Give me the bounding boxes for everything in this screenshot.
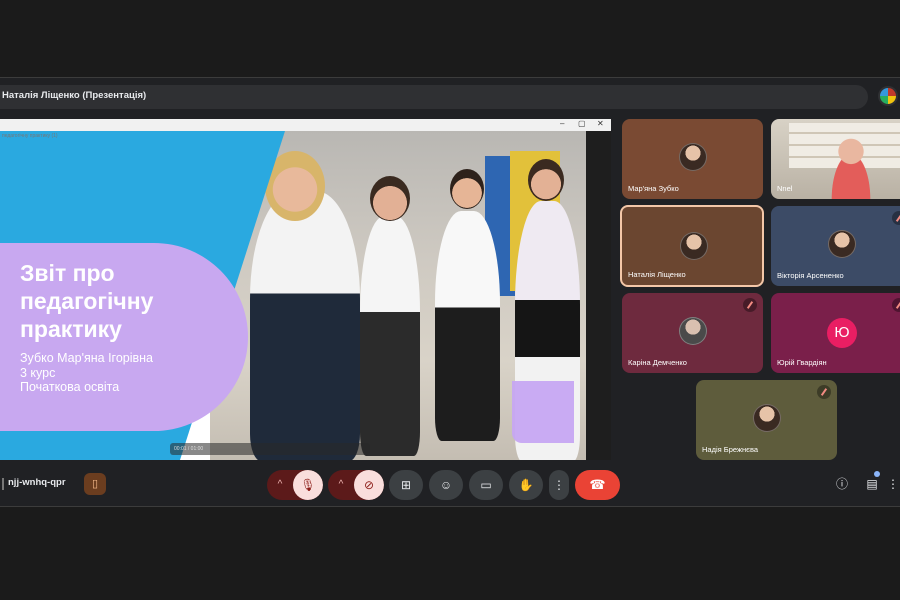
child-figure	[435, 211, 500, 441]
participant-name: Вікторія Арсененко	[777, 271, 844, 280]
presentation-owner-title: Наталія Ліщенко (Презентація)	[2, 90, 147, 101]
participant-name: Надія Брежнєва	[702, 445, 759, 454]
slide-window-caption: педагогічну практику (1)	[2, 133, 58, 139]
participant-name: Мар'яна Зубко	[628, 184, 679, 193]
mic-control-group: ^ 🎙	[267, 470, 323, 500]
more-vert-icon[interactable]: ⋮	[886, 476, 900, 492]
info-icon[interactable]: ⓘ	[834, 476, 850, 492]
presentation-side-strip	[586, 131, 611, 460]
avatar-initial: Ю	[827, 318, 857, 348]
minimize-icon[interactable]: –	[560, 119, 564, 128]
chat-icon[interactable]: ▤	[864, 476, 880, 492]
video-controls[interactable]: 00:01 / 01:00	[170, 443, 370, 455]
close-icon[interactable]: ✕	[597, 119, 604, 128]
participant-tile[interactable]: Надія Брежнєва	[696, 380, 837, 460]
divider	[2, 478, 4, 490]
mic-off-icon	[817, 385, 831, 399]
child-head	[450, 169, 484, 209]
screen: Наталія Ліщенко (Презентація) – ▢ ✕ педа…	[0, 0, 900, 600]
notification-badge	[874, 471, 880, 477]
child-figure	[250, 191, 360, 460]
child-figure	[360, 216, 420, 456]
participant-tile[interactable]: Каріна Демченко	[622, 293, 763, 373]
participant-tile-active[interactable]: Наталія Ліщенко	[620, 205, 764, 287]
mic-off-icon	[743, 298, 757, 312]
camera-off-icon[interactable]: ⊘	[354, 470, 384, 500]
slide: педагогічну практику (1) Звіт про педаго…	[0, 131, 586, 460]
mic-off-icon	[892, 211, 900, 225]
emoji-icon[interactable]: ☺	[429, 470, 463, 500]
mic-off-icon	[892, 298, 900, 312]
participant-name: Юрій Гвардіян	[777, 358, 827, 367]
avatar	[753, 404, 781, 432]
slide-subtitle: Зубко Мар'яна Ігорівна 3 курс Початкова …	[20, 351, 154, 394]
meet-window: Наталія Ліщенко (Презентація) – ▢ ✕ педа…	[0, 77, 900, 507]
avatar	[680, 232, 708, 260]
participant-video-feed	[821, 129, 881, 199]
maximize-icon[interactable]: ▢	[578, 119, 586, 128]
door-icon[interactable]: ▯	[84, 473, 106, 495]
more-icon[interactable]: ⋮	[549, 470, 569, 500]
child-head	[528, 159, 564, 201]
slide-title: Звіт про педагогічну практику	[20, 260, 154, 342]
presentation-window-bar: – ▢ ✕	[0, 119, 611, 131]
participant-tile[interactable]: Ю Юрій Гвардіян	[771, 293, 900, 373]
video-time: 00:01 / 01:00	[174, 446, 204, 452]
captions-icon[interactable]: ▭	[469, 470, 503, 500]
participant-name: Nnel	[777, 184, 793, 193]
presentation-stage[interactable]: – ▢ ✕ педагогічну практику (1) Звіт про …	[0, 119, 611, 460]
chevron-up-icon[interactable]: ^	[328, 470, 354, 500]
avatar	[828, 230, 856, 258]
presentation-title-bar: Наталія Ліщенко (Презентація)	[0, 85, 868, 109]
participant-name: Наталія Ліщенко	[628, 270, 686, 279]
participant-tile[interactable]: Вікторія Арсененко	[771, 206, 900, 286]
chevron-up-icon[interactable]: ^	[267, 470, 293, 500]
slide-purple-square	[512, 381, 574, 443]
meeting-code: njj-wnhq-qpr	[8, 477, 66, 488]
raise-hand-icon[interactable]: ✋	[509, 470, 543, 500]
account-avatar[interactable]	[878, 86, 898, 106]
participant-name: Каріна Демченко	[628, 358, 687, 367]
participant-tile[interactable]: Мар'яна Зубко	[622, 119, 763, 199]
meeting-controls-bar: njj-wnhq-qpr ▯ ^ 🎙 ^ ⊘ ⊞ ☺ ▭ ✋ ⋮ ☎ ⓘ ▤ ⋮	[0, 470, 900, 500]
present-icon[interactable]: ⊞	[389, 470, 423, 500]
child-head	[370, 176, 410, 221]
end-call-icon[interactable]: ☎	[575, 470, 620, 500]
participant-tile-video[interactable]: Nnel	[771, 119, 900, 199]
avatar	[679, 143, 707, 171]
avatar	[679, 317, 707, 345]
camera-control-group: ^ ⊘	[328, 470, 384, 500]
mic-off-icon[interactable]: 🎙	[293, 470, 323, 500]
